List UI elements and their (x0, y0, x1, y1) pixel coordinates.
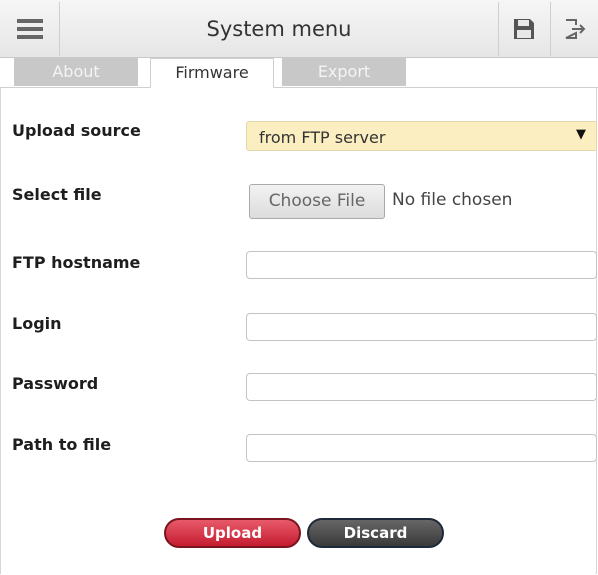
tab-firmware[interactable]: Firmware (150, 58, 274, 88)
tab-bar: About Firmware Export (0, 58, 598, 88)
path-to-file-label: Path to file (12, 435, 112, 454)
dropdown-arrow-icon: ▼ (576, 127, 586, 142)
logout-icon (565, 19, 585, 39)
hamburger-menu-icon (16, 19, 43, 39)
page-title: System menu (206, 17, 352, 41)
logout-button[interactable] (550, 2, 598, 56)
file-status-text: No file chosen (392, 190, 513, 210)
password-label: Password (12, 374, 99, 393)
select-file-label: Select file (12, 185, 102, 204)
tab-about[interactable]: About (14, 58, 138, 86)
upload-button[interactable]: Upload (164, 518, 301, 548)
upload-source-label: Upload source (12, 121, 141, 140)
ftp-hostname-input[interactable] (246, 251, 597, 279)
login-input[interactable] (246, 313, 597, 341)
save-button[interactable] (498, 2, 548, 56)
header-bar: System menu (0, 0, 598, 58)
ftp-hostname-label: FTP hostname (12, 253, 141, 272)
upload-source-select[interactable]: from FTP server ▼ (246, 121, 597, 151)
path-to-file-input[interactable] (246, 434, 597, 462)
discard-button[interactable]: Discard (307, 518, 444, 548)
password-input[interactable] (246, 373, 597, 401)
floppy-disk-icon (513, 19, 534, 39)
choose-file-button[interactable]: Choose File (249, 184, 385, 219)
menu-button[interactable] (0, 2, 60, 56)
login-label: Login (12, 314, 62, 333)
upload-source-value: from FTP server (259, 128, 386, 147)
tab-export[interactable]: Export (282, 58, 406, 86)
